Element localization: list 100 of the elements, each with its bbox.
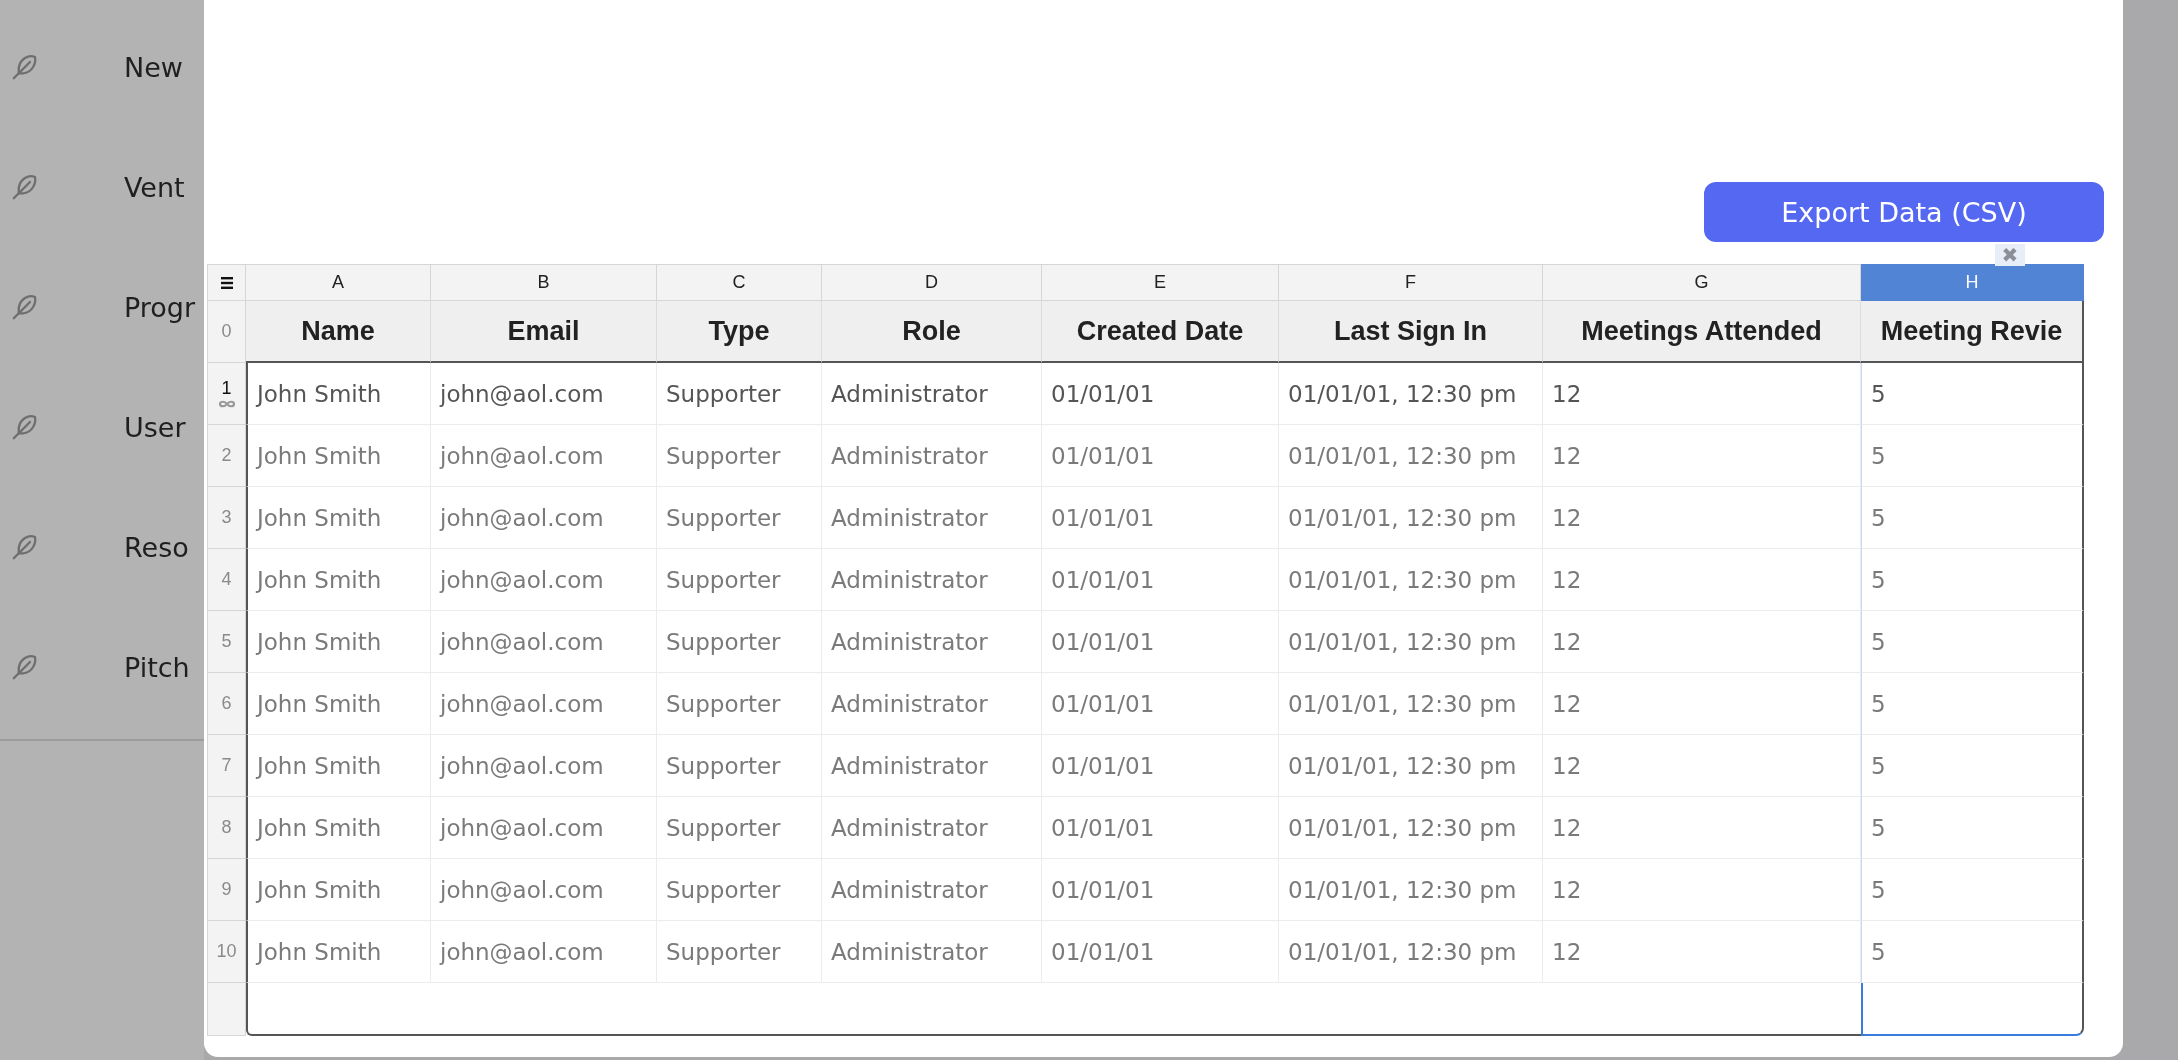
table-cell: 5 (1861, 735, 2084, 797)
table-cell: john@aol.com (431, 735, 657, 797)
menu-icon[interactable] (219, 275, 234, 290)
column-letter[interactable]: B (431, 264, 657, 301)
export-button[interactable]: Export Data (CSV) (1704, 182, 2104, 242)
table-cell: Supporter (657, 549, 822, 611)
table-cell: 01/01/01 (1042, 611, 1279, 673)
table-cell: Administrator (822, 487, 1042, 549)
row-header-cell (207, 983, 246, 1036)
sidebar-item[interactable]: User (0, 367, 204, 487)
sidebar-item[interactable]: Vent (0, 127, 204, 247)
table-cell: John Smith (246, 549, 431, 611)
table-cell: 01/01/01, 12:30 pm (1279, 797, 1543, 859)
table-cell: 01/01/01, 12:30 pm (1279, 735, 1543, 797)
column-letter[interactable]: H (1861, 264, 2084, 301)
table-cell: 01/01/01, 12:30 pm (1279, 921, 1543, 983)
table-cell: john@aol.com (431, 487, 657, 549)
table-cell: 5 (1861, 921, 2084, 983)
table-cell: Supporter (657, 859, 822, 921)
table-cell: Supporter (657, 797, 822, 859)
table-cell: 01/01/01 (1042, 487, 1279, 549)
column-letter[interactable]: A (246, 264, 431, 301)
table-cell: 01/01/01, 12:30 pm (1279, 363, 1543, 425)
sidebar-item[interactable]: Reso (0, 487, 204, 607)
table-cell: 01/01/01 (1042, 425, 1279, 487)
table-cell: John Smith (246, 859, 431, 921)
column-header: Last Sign In (1279, 301, 1543, 363)
table-cell: John Smith (246, 425, 431, 487)
table-cell: john@aol.com (431, 549, 657, 611)
table-cell: Supporter (657, 921, 822, 983)
table-cell: 12 (1543, 797, 1861, 859)
table-cell: Administrator (822, 425, 1042, 487)
table-cell: 01/01/01 (1042, 673, 1279, 735)
table-cell: John Smith (246, 797, 431, 859)
table-cell: John Smith (246, 735, 431, 797)
table-cell: John Smith (246, 363, 431, 425)
column-header: Created Date (1042, 301, 1279, 363)
table-cell: Administrator (822, 549, 1042, 611)
table-cell: 5 (1861, 673, 2084, 735)
column-letter[interactable]: G (1543, 264, 1861, 301)
table-cell: John Smith (246, 611, 431, 673)
row-number[interactable]: 1 (207, 363, 246, 425)
column-letter[interactable]: C (657, 264, 822, 301)
table-cell: Administrator (822, 611, 1042, 673)
column-letter[interactable]: E (1042, 264, 1279, 301)
table-cell: 5 (1861, 487, 2084, 549)
sidebar-item[interactable]: Progr (0, 247, 204, 367)
table-cell: 5 (1861, 425, 2084, 487)
column-letter[interactable]: F (1279, 264, 1543, 301)
table-cell: 01/01/01 (1042, 859, 1279, 921)
table-cell: 12 (1543, 363, 1861, 425)
table-cell: 01/01/01, 12:30 pm (1279, 611, 1543, 673)
table-cell: 01/01/01 (1042, 363, 1279, 425)
column-header: Meetings Attended (1543, 301, 1861, 363)
column-header: Type (657, 301, 822, 363)
table-cell: 5 (1861, 859, 2084, 921)
table-cell: Administrator (822, 673, 1042, 735)
table-cell: 12 (1543, 549, 1861, 611)
column-letter[interactable]: D (822, 264, 1042, 301)
table-cell: john@aol.com (431, 797, 657, 859)
table-cell: Administrator (822, 921, 1042, 983)
table-cell: Supporter (657, 735, 822, 797)
table-cell: 01/01/01 (1042, 797, 1279, 859)
column-header: Email (431, 301, 657, 363)
table-cell: 5 (1861, 363, 2084, 425)
table-cell: Administrator (822, 735, 1042, 797)
column-header: Role (822, 301, 1042, 363)
column-header: Meeting Revie (1861, 301, 2084, 363)
table-cell: Supporter (657, 487, 822, 549)
table-cell: john@aol.com (431, 425, 657, 487)
table-cell: 12 (1543, 487, 1861, 549)
table-cell: 12 (1543, 735, 1861, 797)
table-cell: John Smith (246, 487, 431, 549)
table-cell: Administrator (822, 797, 1042, 859)
table-cell: 01/01/01 (1042, 735, 1279, 797)
sidebar-item[interactable]: Pitch (0, 607, 204, 727)
table-cell: Administrator (822, 859, 1042, 921)
table-cell: 01/01/01 (1042, 921, 1279, 983)
table-cell: Supporter (657, 673, 822, 735)
table-cell: 01/01/01, 12:30 pm (1279, 859, 1543, 921)
infinity-icon (216, 399, 237, 409)
table-cell: 12 (1543, 859, 1861, 921)
table-cell: john@aol.com (431, 921, 657, 983)
corner-cell[interactable] (207, 264, 246, 301)
table-cell: Supporter (657, 425, 822, 487)
table-cell: Administrator (822, 363, 1042, 425)
table-cell: john@aol.com (431, 673, 657, 735)
column-header: Name (246, 301, 431, 363)
table-cell: john@aol.com (431, 611, 657, 673)
table-cell: 12 (1543, 921, 1861, 983)
table-cell: Supporter (657, 611, 822, 673)
table-cell: John Smith (246, 673, 431, 735)
table-cell: 01/01/01, 12:30 pm (1279, 673, 1543, 735)
table-cell: Supporter (657, 363, 822, 425)
table-cell: 01/01/01, 12:30 pm (1279, 487, 1543, 549)
table-cell: 01/01/01 (1042, 549, 1279, 611)
table-cell: 12 (1543, 673, 1861, 735)
sidebar-item[interactable]: New (0, 7, 204, 127)
table-cell: 5 (1861, 611, 2084, 673)
table-cell: 5 (1861, 549, 2084, 611)
